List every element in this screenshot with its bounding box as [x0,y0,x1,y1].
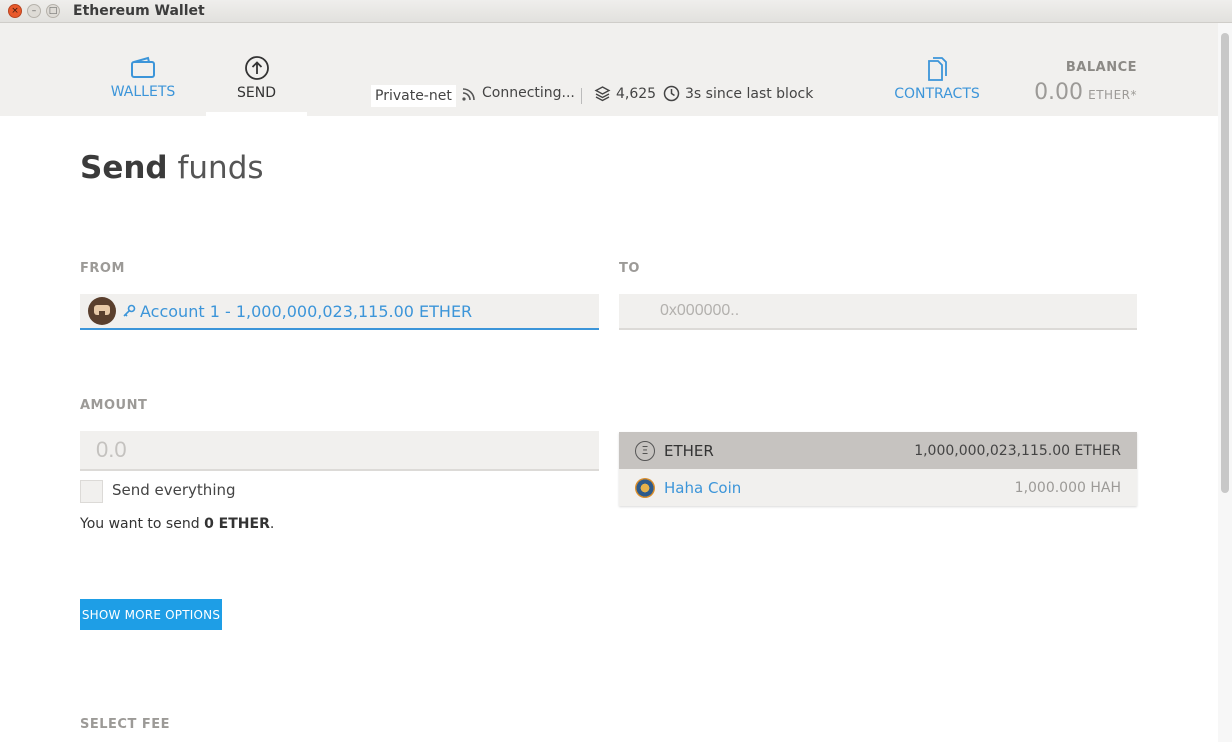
send-everything-checkbox[interactable] [80,480,103,503]
connection-status: Connecting... [461,85,575,101]
show-more-options-button[interactable]: SHOW MORE OPTIONS [80,599,222,630]
to-address-input[interactable] [619,294,1137,330]
amount-input[interactable] [80,431,599,471]
balance-label: BALANCE [1065,60,1137,75]
wifi-icon [462,88,475,101]
summary-suffix: . [269,516,275,532]
balance-amount: 0.00 [1034,80,1084,105]
window-close-button[interactable]: × [8,4,22,18]
page-title-bold: Send [80,150,168,186]
select-fee-label: SELECT FEE [80,717,170,732]
summary-prefix: You want to send [80,516,200,532]
block-count: 4,625 [594,85,656,102]
send-summary: You want to send 0 ETHER. [80,516,274,532]
nav-wallets-label: WALLETS [110,84,176,100]
scrollbar[interactable] [1218,23,1232,742]
scrollbar-thumb[interactable] [1221,33,1229,493]
block-count-text: 4,625 [616,85,657,102]
key-icon [123,304,136,317]
arrow-up-circle-icon [244,56,269,80]
nav-send[interactable]: SEND [206,23,307,116]
from-label: FROM [80,261,125,276]
documents-icon [928,57,947,81]
app-header: WALLETS SEND Private-net Connecting... 4… [0,23,1232,116]
token-amount: 1,000.000 HAH [1014,479,1121,496]
send-everything-label[interactable]: Send everything [112,481,236,499]
last-block-time: 3s since last block [663,85,813,102]
connection-text: Connecting... [482,85,575,101]
token-option-haha-coin[interactable]: Haha Coin 1,000.000 HAH [619,469,1137,506]
network-badge: Private-net [371,85,456,107]
token-amount: 1,000,000,023,115.00 ETHER [914,442,1121,459]
nav-wallets[interactable]: WALLETS [96,56,190,100]
to-label: TO [619,261,640,276]
amount-label: AMOUNT [80,398,148,413]
summary-amount: 0 ETHER [204,516,270,532]
status-divider [581,88,582,104]
page-title: Send funds [80,150,264,186]
token-name: Haha Coin [664,478,742,497]
window-minimize-button[interactable]: – [27,4,41,18]
balance-value: 0.00 ETHER* [1000,80,1137,105]
nav-contracts[interactable]: CONTRACTS [890,56,984,102]
account-avatar [88,297,116,325]
from-account-select[interactable]: Account 1 - 1,000,000,023,115.00 ETHER [80,294,599,330]
clock-icon [663,85,680,102]
nav-send-label: SEND [237,85,276,101]
window-maximize-button[interactable]: □ [46,4,60,18]
window-title: Ethereum Wallet [73,3,205,19]
haha-coin-icon [635,477,655,498]
balance-unit: ETHER* [1088,88,1137,102]
token-option-ether[interactable]: Ξ ETHER 1,000,000,023,115.00 ETHER [619,432,1137,469]
window-titlebar: × – □ Ethereum Wallet [0,0,1232,23]
nav-contracts-label: CONTRACTS [894,86,980,102]
from-account-text: Account 1 - 1,000,000,023,115.00 ETHER [140,301,473,321]
ether-icon: Ξ [635,440,655,461]
wallet-icon [131,56,155,78]
token-name: ETHER [664,441,714,460]
page-title-light: funds [177,150,264,186]
layers-icon [594,86,611,102]
last-block-text: 3s since last block [685,85,814,102]
token-select-list: Ξ ETHER 1,000,000,023,115.00 ETHER Haha … [619,432,1137,506]
